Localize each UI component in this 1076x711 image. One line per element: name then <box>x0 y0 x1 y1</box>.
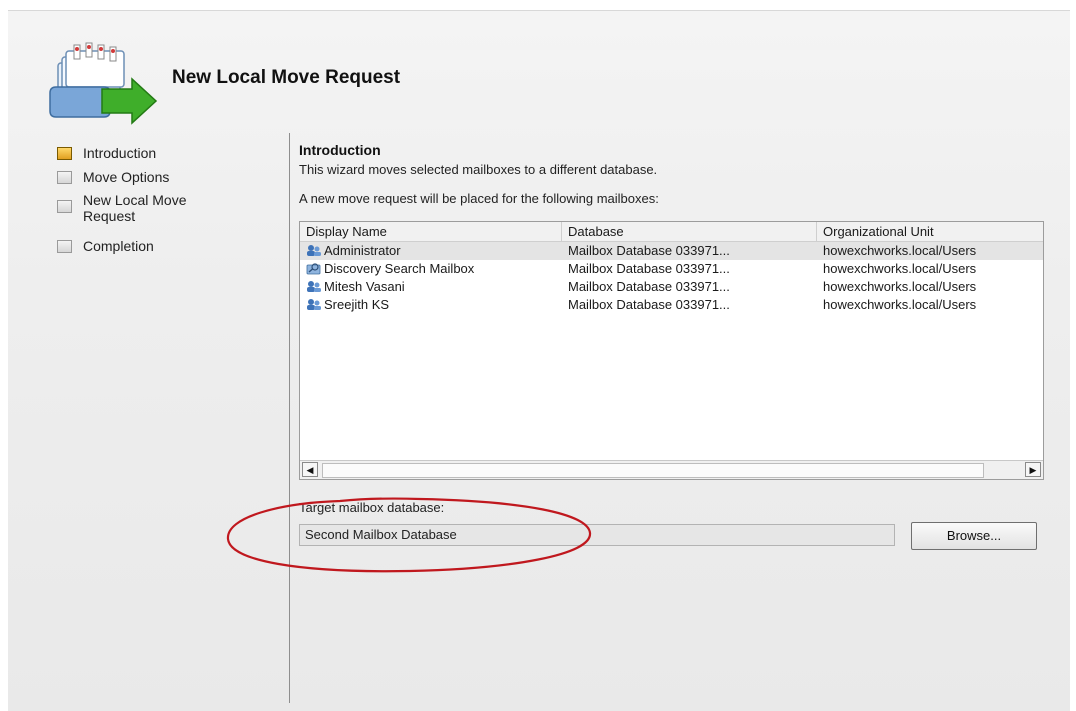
list-header: Display Name Database Organizational Uni… <box>300 222 1043 242</box>
column-header-database[interactable]: Database <box>562 222 817 241</box>
row-database: Mailbox Database 033971... <box>568 279 730 294</box>
step-introduction[interactable]: Introduction <box>53 144 253 168</box>
section-description: This wizard moves selected mailboxes to … <box>299 162 658 177</box>
wizard-window: New Local Move Request Introduction Move… <box>8 10 1070 711</box>
horizontal-scrollbar[interactable]: ◀ ▶ <box>300 460 1043 479</box>
row-database: Mailbox Database 033971... <box>568 243 730 258</box>
row-display-name: Mitesh Vasani <box>324 279 405 294</box>
column-header-organizational-unit[interactable]: Organizational Unit <box>817 222 1043 241</box>
browse-button[interactable]: Browse... <box>911 522 1037 550</box>
step-icon <box>57 171 72 184</box>
step-move-options[interactable]: Move Options <box>53 168 253 192</box>
user-mailbox-icon <box>307 299 321 310</box>
row-organizational-unit: howexchworks.local/Users <box>823 297 977 312</box>
column-header-display-name[interactable]: Display Name <box>300 222 562 241</box>
wizard-content: Introduction This wizard moves selected … <box>299 142 1059 550</box>
row-display-name: Administrator <box>324 243 401 258</box>
scrollbar-thumb[interactable] <box>322 463 984 478</box>
discovery-mailbox-icon <box>306 263 321 275</box>
step-icon <box>57 200 72 213</box>
section-heading: Introduction <box>299 142 381 158</box>
step-label: New Local Move Request <box>83 192 187 224</box>
scroll-left-icon[interactable]: ◀ <box>302 462 318 477</box>
row-display-name: Sreejith KS <box>324 297 390 312</box>
step-label: Introduction <box>83 145 157 161</box>
red-annotation-ellipse <box>226 497 592 573</box>
wizard-title: New Local Move Request <box>172 67 401 88</box>
list-row[interactable]: Administrator Mailbox Database 033971...… <box>300 242 1043 260</box>
mailbox-list[interactable]: Display Name Database Organizational Uni… <box>299 221 1044 480</box>
step-label: Completion <box>83 238 154 254</box>
row-organizational-unit: howexchworks.local/Users <box>823 279 977 294</box>
row-display-name: Discovery Search Mailbox <box>324 261 475 276</box>
wizard-header: New Local Move Request <box>8 11 1070 131</box>
list-row[interactable]: Mitesh Vasani Mailbox Database 033971...… <box>300 278 1043 296</box>
step-label: Move Options <box>83 169 170 185</box>
step-icon <box>57 240 72 253</box>
user-mailbox-icon <box>307 281 321 292</box>
scroll-right-icon[interactable]: ▶ <box>1025 462 1041 477</box>
mailbox-list-caption: A new move request will be placed for th… <box>299 191 659 206</box>
row-database: Mailbox Database 033971... <box>568 261 730 276</box>
row-organizational-unit: howexchworks.local/Users <box>823 243 977 258</box>
step-new-local-move-request[interactable]: New Local Move Request <box>53 192 253 237</box>
list-row[interactable]: Discovery Search Mailbox Mailbox Databas… <box>300 260 1043 278</box>
wizard-steps: Introduction Move Options New Local Move… <box>53 144 253 261</box>
user-mailbox-icon <box>307 245 321 256</box>
row-database: Mailbox Database 033971... <box>568 297 730 312</box>
row-organizational-unit: howexchworks.local/Users <box>823 261 977 276</box>
move-mailboxes-icon <box>49 42 158 125</box>
step-completion[interactable]: Completion <box>53 237 253 261</box>
current-step-icon <box>57 147 72 160</box>
divider <box>289 133 290 703</box>
list-row[interactable]: Sreejith KS Mailbox Database 033971... h… <box>300 296 1043 314</box>
